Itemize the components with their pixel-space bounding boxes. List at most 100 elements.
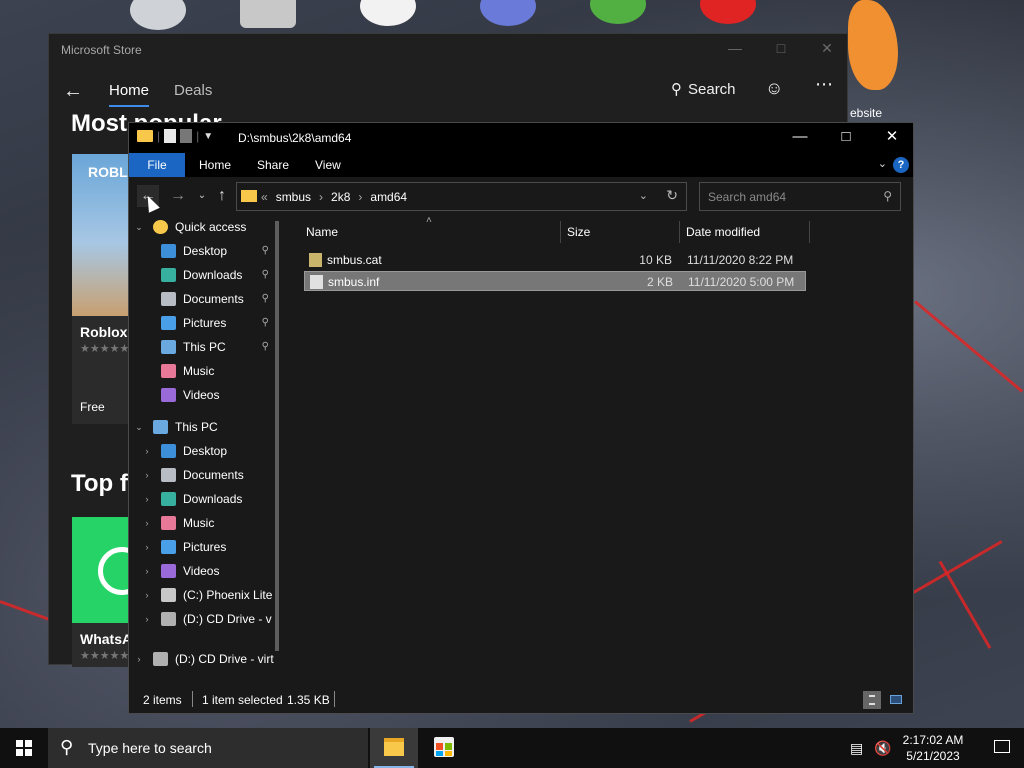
- taskbar-file-explorer[interactable]: [370, 728, 418, 768]
- nav-item[interactable]: Downloads ⚲: [129, 263, 275, 287]
- nav-item[interactable]: › Pictures: [129, 535, 275, 559]
- search-input[interactable]: [700, 183, 900, 210]
- nav-item[interactable]: › (C:) Phoenix Lite: [129, 583, 275, 607]
- column-header-size[interactable]: Size: [567, 221, 590, 243]
- scrollbar[interactable]: [275, 221, 279, 651]
- search-box[interactable]: ⚲: [699, 182, 901, 211]
- tab-share[interactable]: Share: [247, 153, 299, 177]
- tab-deals[interactable]: Deals: [174, 82, 212, 99]
- nav-item[interactable]: Pictures ⚲: [129, 311, 275, 335]
- file-row[interactable]: smbus.inf 2 KB 11/11/2020 5:00 PM: [304, 271, 806, 291]
- customize-toolbar-icon[interactable]: ▼: [203, 131, 213, 142]
- search-icon[interactable]: ⚲: [883, 189, 892, 203]
- details-view-button[interactable]: [863, 691, 881, 709]
- network-icon[interactable]: ▤: [850, 740, 863, 757]
- back-arrow-icon[interactable]: ←: [63, 80, 83, 103]
- chevron-right-icon[interactable]: ›: [358, 190, 362, 204]
- recycle-bin-icon[interactable]: [130, 0, 186, 30]
- minimize-button[interactable]: —: [777, 123, 823, 153]
- clock-time: 2:17:02 AM: [902, 733, 964, 747]
- chevron-right-icon[interactable]: ›: [141, 559, 153, 583]
- user-account-icon[interactable]: ☺: [765, 78, 783, 99]
- chevron-right-icon[interactable]: ›: [141, 463, 153, 487]
- phoenix-logo-icon[interactable]: [848, 0, 898, 90]
- chevron-right-icon[interactable]: ›: [141, 487, 153, 511]
- nav-item[interactable]: This PC ⚲: [129, 335, 275, 359]
- forward-arrow-icon[interactable]: →: [167, 185, 189, 207]
- nav-item[interactable]: Desktop ⚲: [129, 239, 275, 263]
- chevron-right-icon[interactable]: ›: [141, 511, 153, 535]
- volume-muted-icon[interactable]: 🔇: [874, 740, 891, 757]
- up-arrow-icon[interactable]: ↑: [211, 185, 233, 207]
- recent-locations-icon[interactable]: ⌄: [191, 185, 213, 207]
- minimize-button[interactable]: —: [723, 40, 747, 60]
- tab-file[interactable]: File: [129, 153, 185, 177]
- start-button[interactable]: [0, 728, 48, 768]
- nav-item[interactable]: ⌄ Quick access: [129, 215, 275, 239]
- folder-shortcut-icon[interactable]: [240, 0, 296, 28]
- column-divider[interactable]: [809, 221, 810, 243]
- breadcrumb-item[interactable]: 2k8: [331, 190, 350, 204]
- title-bar[interactable]: | | ▼ D:\smbus\2k8\amd64 — □ ✕: [129, 123, 913, 153]
- chevron-right-icon[interactable]: ›: [141, 535, 153, 559]
- drive-icon: [161, 588, 176, 602]
- desktop-icon: [161, 244, 176, 258]
- help-icon[interactable]: ?: [893, 157, 909, 173]
- chevron-down-icon[interactable]: ⌄: [133, 215, 145, 239]
- nav-item[interactable]: › Desktop: [129, 439, 275, 463]
- pictures-icon: [161, 540, 176, 554]
- refresh-icon[interactable]: ↻: [666, 187, 678, 204]
- nav-item[interactable]: ⌄ This PC: [129, 415, 275, 439]
- more-options-icon[interactable]: ⋯: [815, 74, 834, 95]
- tab-home[interactable]: Home: [189, 153, 241, 177]
- app-shortcut-icon[interactable]: [480, 0, 536, 26]
- windows-logo-icon: [16, 740, 32, 756]
- search-icon: ⚲: [60, 737, 74, 757]
- chevron-right-icon[interactable]: ›: [141, 607, 153, 631]
- file-name: smbus.cat: [327, 253, 382, 267]
- system-clock[interactable]: 2:17:02 AM 5/21/2023: [890, 732, 976, 764]
- breadcrumb-item[interactable]: amd64: [370, 190, 407, 204]
- action-center-button[interactable]: [980, 728, 1024, 768]
- column-divider[interactable]: [560, 221, 561, 243]
- taskbar-microsoft-store[interactable]: [420, 728, 468, 768]
- new-folder-icon[interactable]: [180, 129, 193, 143]
- close-button[interactable]: ✕: [815, 40, 839, 60]
- breadcrumb-item[interactable]: smbus: [276, 190, 311, 204]
- tab-view[interactable]: View: [305, 153, 351, 177]
- taskbar-search-box[interactable]: ⚲ Type here to search: [48, 728, 368, 768]
- taskbar-search-placeholder: Type here to search: [88, 740, 212, 756]
- chevron-right-icon[interactable]: ›: [319, 190, 323, 204]
- nav-item[interactable]: › (D:) CD Drive - v: [129, 607, 275, 631]
- column-header-date[interactable]: Date modified: [686, 221, 760, 243]
- chevron-right-icon[interactable]: ›: [141, 439, 153, 463]
- nav-item[interactable]: › Documents: [129, 463, 275, 487]
- xbox-icon[interactable]: [590, 0, 646, 24]
- large-icons-view-button[interactable]: [887, 691, 905, 709]
- chevron-down-icon[interactable]: ⌄: [133, 415, 145, 439]
- nav-item[interactable]: Videos: [129, 383, 275, 407]
- address-bar[interactable]: « smbus › 2k8 › amd64 ⌄ ↻: [236, 182, 687, 211]
- nav-item[interactable]: › Music: [129, 511, 275, 535]
- chevron-right-icon[interactable]: ›: [133, 647, 145, 671]
- column-divider[interactable]: [679, 221, 680, 243]
- nav-item[interactable]: Documents ⚲: [129, 287, 275, 311]
- maximize-button[interactable]: □: [823, 123, 869, 153]
- controller-icon[interactable]: [360, 0, 416, 26]
- nav-item[interactable]: › Videos: [129, 559, 275, 583]
- file-row[interactable]: smbus.cat 10 KB 11/11/2020 8:22 PM: [304, 250, 806, 270]
- store-search-button[interactable]: ⚲ Search: [671, 80, 736, 99]
- column-header-name[interactable]: Name: [306, 221, 338, 243]
- nav-item[interactable]: › Downloads: [129, 487, 275, 511]
- nav-item[interactable]: Music: [129, 359, 275, 383]
- nav-item[interactable]: › (D:) CD Drive - virt: [129, 647, 275, 671]
- maximize-button[interactable]: □: [769, 40, 793, 60]
- chevron-right-icon[interactable]: ›: [141, 583, 153, 607]
- close-button[interactable]: ✕: [869, 123, 915, 153]
- expand-ribbon-icon[interactable]: ⌄: [878, 157, 887, 170]
- chevron-down-icon[interactable]: ⌄: [639, 189, 648, 202]
- app-shortcut-icon[interactable]: [700, 0, 756, 24]
- properties-icon[interactable]: [164, 129, 177, 143]
- breadcrumb-overflow[interactable]: «: [261, 190, 268, 204]
- tab-home[interactable]: Home: [109, 82, 150, 107]
